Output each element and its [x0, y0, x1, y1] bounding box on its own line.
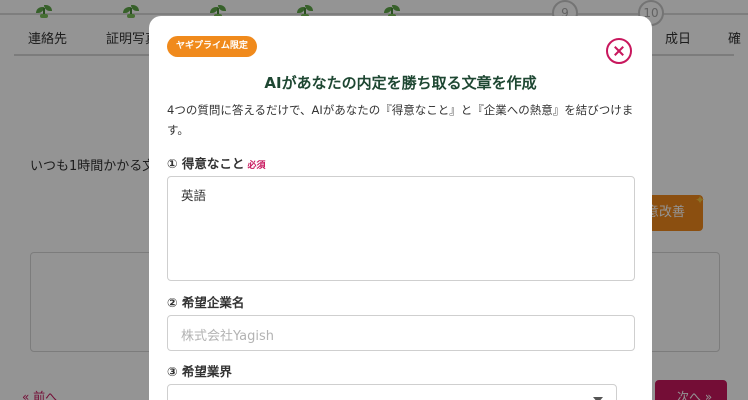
- question-strength-label: ① 得意なこと 必須: [167, 153, 265, 172]
- prime-only-badge: ヤギプライム限定: [167, 36, 257, 57]
- industry-select[interactable]: [167, 384, 617, 400]
- required-badge: 必須: [247, 161, 266, 171]
- modal-intro: 4つの質問に答えるだけで、AIがあなたの『得意なこと』と『企業への熱意』を結びつ…: [167, 103, 634, 137]
- modal-title: AIがあなたの内定を勝ち取る文章を作成: [264, 74, 537, 92]
- question-strength-text: ① 得意なこと: [167, 156, 245, 171]
- question-company-label: ② 希望企業名: [167, 295, 245, 310]
- ai-writer-modal: ヤギプライム限定 AIがあなたの内定を勝ち取る文章を作成 4つの質問に答えるだけ…: [149, 16, 652, 400]
- question-industry-label: ③ 希望業界: [167, 364, 232, 379]
- company-name-input[interactable]: 株式会社Yagish: [167, 315, 635, 351]
- strength-textarea[interactable]: 英語: [167, 176, 635, 281]
- close-icon[interactable]: [606, 38, 632, 64]
